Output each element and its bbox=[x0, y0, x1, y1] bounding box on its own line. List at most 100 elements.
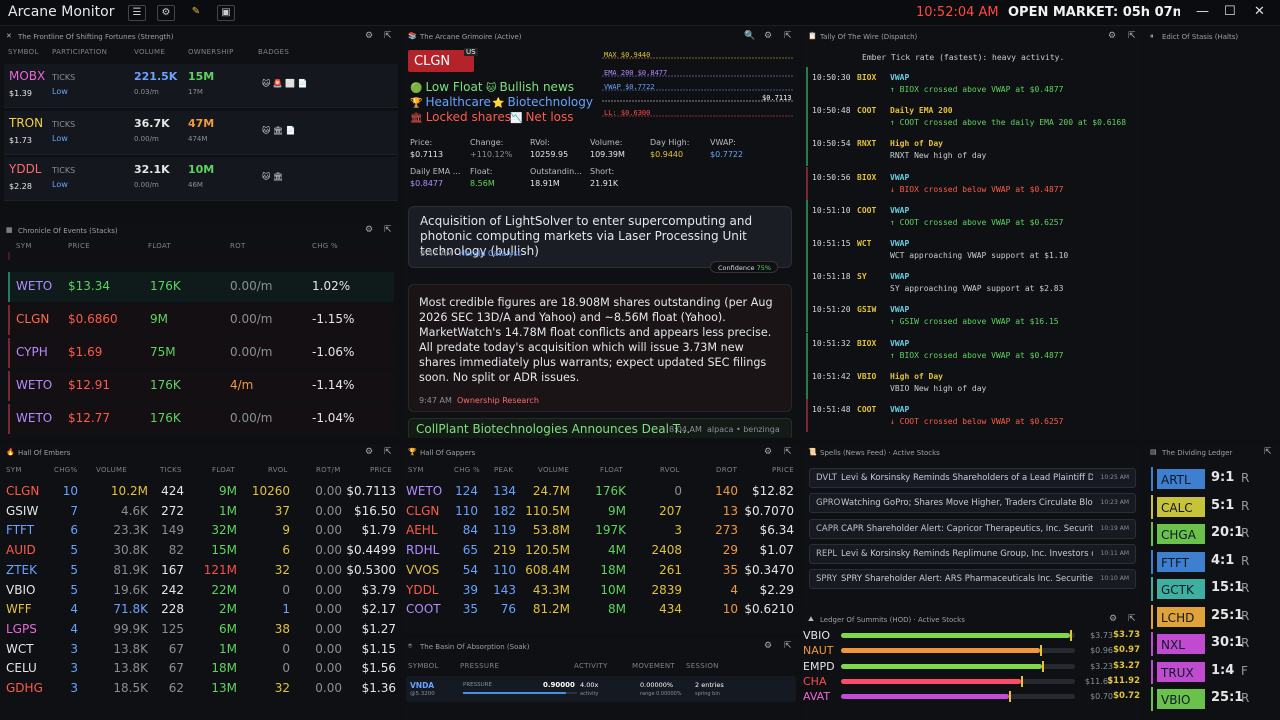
gear-icon[interactable]: ⚙ bbox=[365, 31, 373, 41]
dispatch-row[interactable]: 10:50:30 BIOX VWAP ↑ BIOX crossed above VWA… bbox=[806, 67, 1140, 100]
list-item[interactable]: CYPH $1.69 75M 0.00/m -1.06% bbox=[8, 338, 394, 368]
dispatch-row[interactable]: 10:51:20 GSIW VWAP ↑ GSIW crossed above VWA… bbox=[806, 299, 1140, 333]
close-icon[interactable]: ✕ bbox=[6, 32, 12, 40]
gear-icon[interactable]: ⚙ bbox=[365, 447, 373, 457]
ownership: 15M bbox=[188, 70, 215, 83]
split-row[interactable]: ARTL 9:1 R bbox=[1151, 467, 1278, 491]
table-row[interactable]: WCT 3 13.8K 67 1M 0 0.00 $1.15 bbox=[0, 640, 400, 660]
dispatch-row[interactable]: 10:50:54 RNXT High of Day RNXT New high of … bbox=[806, 133, 1140, 167]
table-row[interactable]: CELU 3 13.8K 67 18M 0 0.00 $1.56 bbox=[0, 659, 400, 679]
dispatch-row[interactable]: 10:50:48 COOT Daily EMA 200 ↑ COOT crossed … bbox=[806, 100, 1140, 134]
news-item[interactable]: CAPR CAPR Shareholder Alert: Capricor The… bbox=[809, 518, 1136, 539]
collapse-icon[interactable]: ⇱ bbox=[784, 31, 792, 41]
price: $1.27 bbox=[361, 621, 396, 636]
gear-icon[interactable]: ⚙ bbox=[1109, 614, 1117, 624]
hod-row[interactable]: NAUT $0.96 $0.97 bbox=[803, 643, 1143, 658]
menu-icon[interactable]: ☰ bbox=[128, 5, 146, 21]
news-item[interactable]: REPL Levi & Korsinsky Reminds Replimune G… bbox=[809, 543, 1136, 564]
news-card[interactable]: CollPlant Biotechnologies Announces Deal… bbox=[408, 418, 792, 438]
maximize-button[interactable]: ☐ bbox=[1224, 4, 1236, 19]
table-row[interactable]: VVOS 54 110 608.4M 18M 261 35 $0.3470 bbox=[402, 561, 798, 581]
table-row[interactable]: AEHL 84 119 53.8M 197K 3 273 $6.34 bbox=[402, 521, 798, 541]
list-item[interactable]: WETO $12.91 176K 4/m -1.14% bbox=[8, 371, 394, 401]
dispatch-row[interactable]: 10:51:10 COOT VWAP ↑ COOT crossed above VWA… bbox=[806, 199, 1140, 233]
stat-value: $0.8477 bbox=[410, 179, 444, 188]
symbol: TRON bbox=[9, 115, 44, 130]
table-row[interactable]: AUID 5 30.8K 82 15M 6 0.00 $0.4499 bbox=[0, 541, 400, 561]
news-card[interactable]: Acquisition of LightSolver to enter supe… bbox=[408, 206, 792, 268]
close-button[interactable]: ✕ bbox=[1254, 4, 1265, 19]
table-row[interactable]: YDDL 39 143 43.3M 10M 2839 4 $2.29 bbox=[402, 581, 798, 601]
split-ratio: 9:1 bbox=[1211, 470, 1235, 485]
gear-icon[interactable]: ⚙ bbox=[764, 641, 772, 651]
news-item[interactable]: SPRY SPRY Shareholder Alert: ARS Pharmace… bbox=[809, 569, 1136, 590]
float: 18M bbox=[211, 661, 237, 676]
hod-row[interactable]: VBIO $3.73 $3.73 bbox=[803, 628, 1143, 643]
gear-icon[interactable]: ⚙ bbox=[365, 225, 373, 235]
list-item[interactable]: CLGN $0.6860 9M 0.00/m -1.15% bbox=[8, 305, 394, 335]
news-item[interactable]: DVLT Levi & Korsinsky Reminds Shareholder… bbox=[809, 468, 1136, 488]
rvol: 6 bbox=[282, 543, 290, 558]
dispatch-row[interactable]: 10:51:15 WCT VWAP WCT approaching VWAP supp… bbox=[806, 233, 1140, 266]
gear-icon[interactable]: ⚙ bbox=[764, 31, 772, 41]
symbol: YDDL bbox=[406, 582, 439, 597]
list-item[interactable]: WETO $13.34 176K 0.00/m 1.02% bbox=[8, 272, 394, 302]
collapse-icon[interactable]: ⇱ bbox=[784, 641, 792, 651]
table-row[interactable]: RDHL 65 219 120.5M 4M 2408 29 $1.07 bbox=[402, 541, 798, 561]
collapse-icon[interactable]: ⇱ bbox=[1128, 614, 1136, 624]
movement-value: 0.00000% bbox=[640, 681, 674, 689]
dispatch-row[interactable]: 10:51:42 VBIO High of Day VBIO New high of … bbox=[806, 365, 1140, 399]
gear-icon[interactable]: ⚙ bbox=[764, 447, 772, 457]
table-row[interactable]: WFF 4 71.8K 228 2M 1 0.00 $2.17 bbox=[0, 600, 400, 620]
list-item[interactable] bbox=[8, 252, 394, 260]
news-symbol: SPRY bbox=[816, 574, 838, 585]
search-icon[interactable]: 🔍 bbox=[744, 31, 755, 41]
gear-icon[interactable]: ⚙ bbox=[1108, 31, 1116, 41]
dispatch-row[interactable]: 10:51:48 COOT VWAP ↓ COOT crossed below VWA… bbox=[806, 399, 1140, 432]
table-row[interactable]: TRON $1.73 TICKS Low 36.7K 0.00/m 47M 474M 🐱 🏛 📄 bbox=[4, 110, 398, 155]
panel-header: ⏸ Edict Of Stasis (Halts) bbox=[1144, 28, 1280, 44]
table-row[interactable]: LGPS 4 99.9K 125 6M 38 0.00 $1.27 bbox=[0, 620, 400, 640]
collapse-icon[interactable]: ⇱ bbox=[384, 31, 392, 41]
table-row[interactable]: CLGN 10 10.2M 424 9M 10260 0.00 $0.7113 bbox=[0, 482, 400, 502]
hod-row[interactable]: EMPD $3.23 $3.27 bbox=[803, 659, 1143, 674]
collapse-icon[interactable]: ⇱ bbox=[384, 447, 392, 457]
split-row[interactable]: LCHD 25:1 R bbox=[1151, 604, 1278, 629]
change-pct: 5 bbox=[70, 543, 78, 558]
collapse-icon[interactable]: ⇱ bbox=[1128, 31, 1136, 41]
list-item[interactable]: WETO $12.77 176K 0.00/m -1.04% bbox=[8, 404, 394, 434]
split-row[interactable]: FTFT 4:1 R bbox=[1151, 549, 1278, 574]
split-row[interactable]: GCTK 15:1 R bbox=[1151, 577, 1278, 601]
dispatch-row[interactable]: 10:51:32 BIOX VWAP ↑ BIOX crossed above VWA… bbox=[806, 332, 1140, 366]
hod-row[interactable]: CHA $11.65 $11.92 bbox=[803, 674, 1143, 689]
split-row[interactable]: NXL 30:1 R bbox=[1151, 632, 1278, 656]
dispatch-row[interactable]: 10:51:18 SY VWAP SY approaching VWAP suppor… bbox=[806, 266, 1140, 300]
table-row[interactable]: FTFT 6 23.3K 149 32M 9 0.00 $1.79 bbox=[0, 521, 400, 541]
split-row[interactable]: VBIO 25:1 R bbox=[1151, 687, 1278, 711]
table-row[interactable]: WETO 124 134 24.7M 176K 0 140 $12.82 bbox=[402, 482, 798, 502]
table-row[interactable]: GSIW 7 4.6K 272 1M 37 0.00 $16.50 bbox=[0, 502, 400, 522]
symbol: VVOS bbox=[406, 562, 440, 577]
table-row[interactable]: MOBX $1.39 TICKS Low 221.5K 0.03/m 15M 17M 🐱 🚨 ⬜… bbox=[4, 64, 398, 108]
collapse-icon[interactable]: ⇱ bbox=[1264, 447, 1272, 457]
settings-icon[interactable]: ⚙ bbox=[157, 5, 175, 21]
table-row[interactable]: ZTEK 5 81.9K 167 121M 32 0.00 $0.5300 bbox=[0, 561, 400, 581]
split-row[interactable]: CHGA 20:1 R bbox=[1151, 522, 1278, 546]
dispatch-row[interactable]: 10:50:56 BIOX VWAP ↓ BIOX crossed below VWA… bbox=[806, 166, 1140, 200]
ownership-card[interactable]: Most credible figures are 18.908M shares… bbox=[408, 284, 792, 412]
minimize-button[interactable]: — bbox=[1196, 4, 1209, 19]
collapse-icon[interactable]: ⇱ bbox=[384, 225, 392, 235]
table-row[interactable]: YDDL $2.28 TICKS Low 32.1K 0.00/m 10M 46M 🐱 🏛 bbox=[4, 157, 398, 201]
table-row[interactable]: COOT 35 76 81.2M 8M 434 10 $0.6210 bbox=[402, 600, 798, 620]
split-row[interactable]: CALC 5:1 R bbox=[1151, 494, 1278, 519]
table-row[interactable]: CLGN 110 182 110.5M 9M 207 13 $0.7070 bbox=[402, 502, 798, 522]
pencil-icon[interactable]: ✎ bbox=[187, 5, 205, 21]
hod-row[interactable]: AVAT $0.70 $0.72 bbox=[803, 689, 1143, 704]
news-item[interactable]: GPRO Watching GoPro; Shares Move Higher, … bbox=[809, 493, 1136, 514]
window-icon[interactable]: ▣ bbox=[217, 5, 235, 21]
split-row[interactable]: TRUX 1:4 F bbox=[1151, 659, 1278, 684]
table-row[interactable]: VBIO 5 19.6K 242 22M 0 0.00 $3.79 bbox=[0, 581, 400, 601]
table-row[interactable]: GDHG 3 18.5K 62 13M 32 0.00 $1.36 bbox=[0, 679, 400, 699]
collapse-icon[interactable]: ⇱ bbox=[784, 447, 792, 457]
soak-row[interactable]: VNDA @5.3200 PRESSURE 0.90000 4.00x acti… bbox=[406, 676, 796, 702]
